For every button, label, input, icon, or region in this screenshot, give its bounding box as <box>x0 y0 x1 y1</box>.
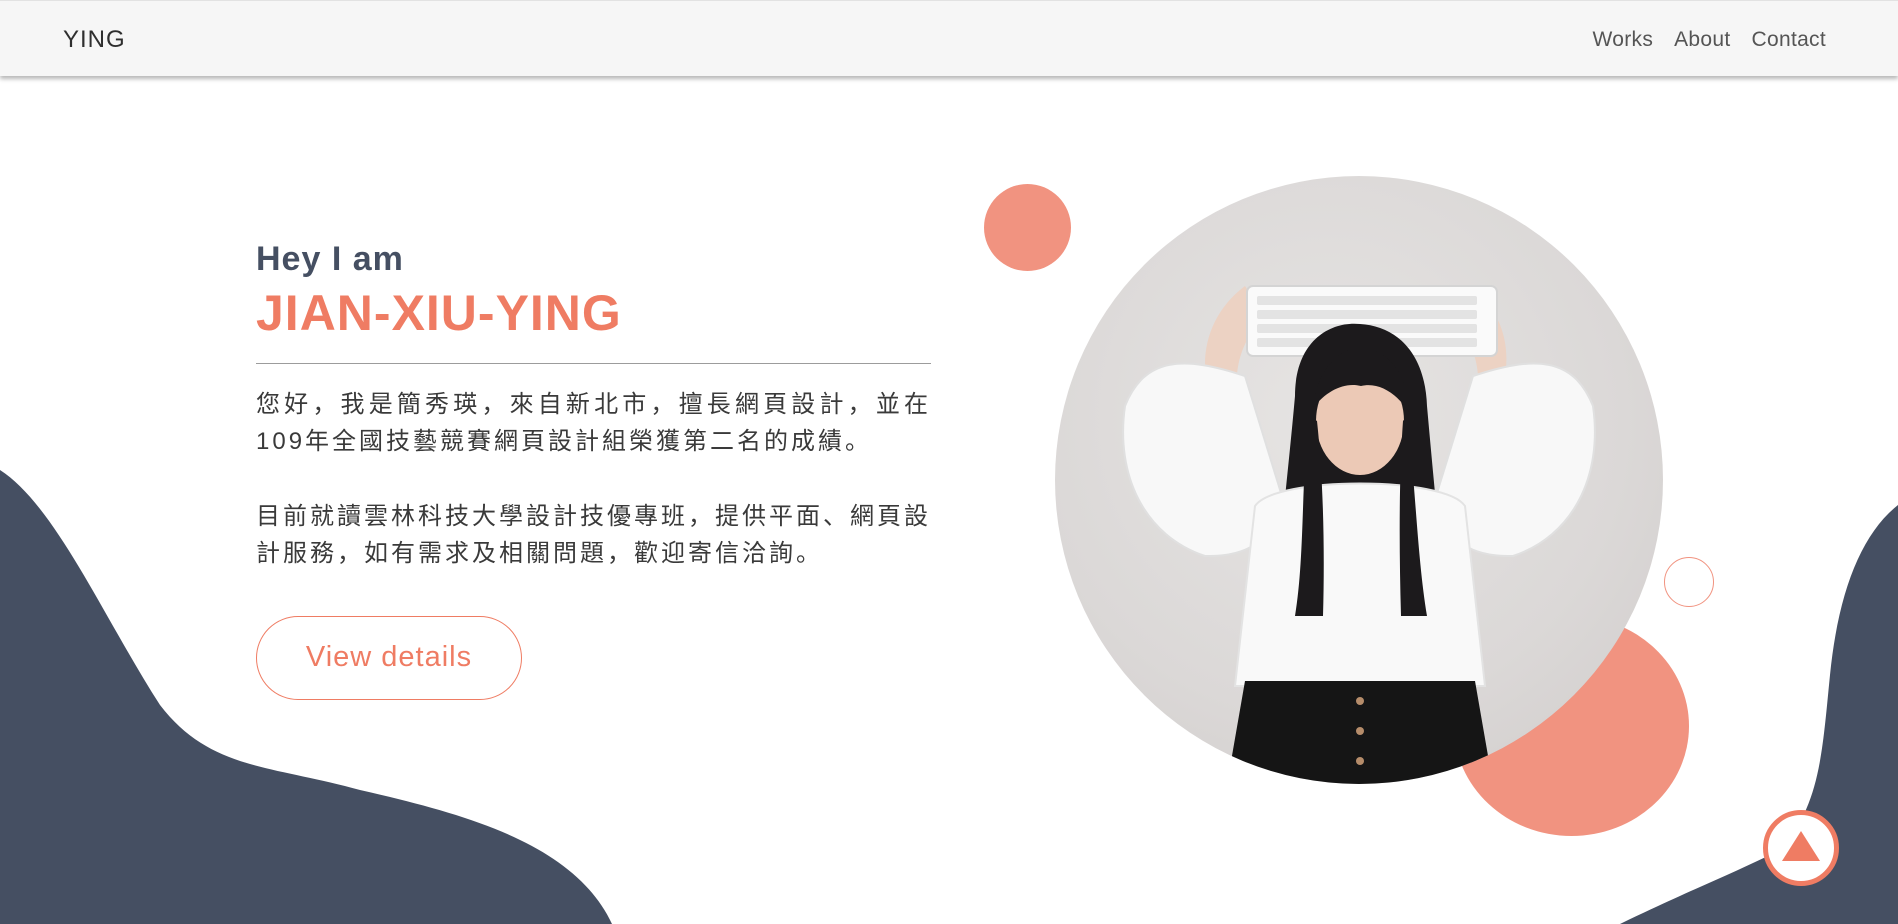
triangle-up-icon <box>1782 831 1820 861</box>
back-to-top-button[interactable] <box>1763 810 1839 886</box>
divider <box>256 362 931 364</box>
nav-link-works[interactable]: Works <box>1593 28 1654 52</box>
name-heading: JIAN-XIU-YING <box>256 285 622 341</box>
nav-link-contact[interactable]: Contact <box>1752 28 1826 52</box>
view-details-button[interactable]: View details <box>256 615 522 700</box>
intro-section: Hey I am JIAN-XIU-YING 您好，我是簡秀瑛，來自新北市，擅長… <box>256 240 931 700</box>
brand-logo[interactable]: YING <box>63 26 126 54</box>
nav-links: Works About Contact <box>1593 28 1827 52</box>
greeting-heading: Hey I am <box>256 240 404 278</box>
profile-photo <box>1055 176 1663 784</box>
service-paragraph: 目前就讀雲林科技大學設計技優專班，提供平面、網頁設計服務，如有需求及相關問題，歡… <box>256 502 931 567</box>
intro-paragraph: 您好，我是簡秀瑛，來自新北市，擅長網頁設計，並在109年全國技藝競賽網頁設計組榮… <box>256 390 931 455</box>
navbar: YING Works About Contact <box>0 0 1898 76</box>
nav-link-about[interactable]: About <box>1674 28 1730 52</box>
decorative-ring <box>1664 557 1714 607</box>
page: YING Works About Contact Hey I am JIAN-X… <box>0 0 1898 924</box>
